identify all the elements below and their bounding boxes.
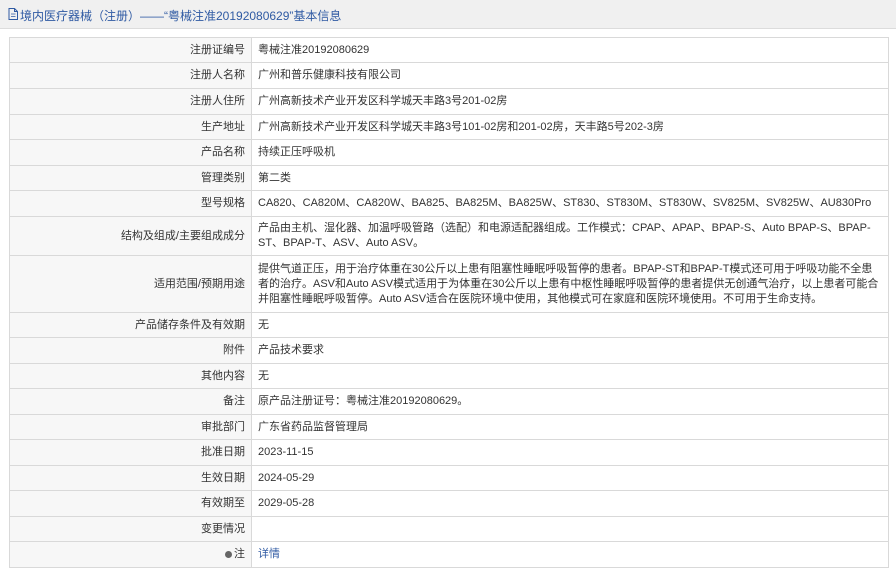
table-row: 注册证编号 粤械注准20192080629	[9, 37, 889, 63]
table-row: 型号规格 CA820、CA820M、CA820W、BA825、BA825M、BA…	[9, 190, 889, 217]
row-value: 原产品注册证号：粤械注准20192080629。	[251, 388, 889, 415]
row-value	[251, 516, 889, 542]
row-value: 提供气道正压，用于治疗体重在30公斤以上患有阻塞性睡眠呼吸暂停的患者。BPAP-…	[251, 255, 889, 313]
row-value: 广州高新技术产业开发区科学城天丰路3号101-02房和201-02房，天丰路5号…	[251, 114, 889, 140]
table-row: 产品名称 持续正压呼吸机	[9, 139, 889, 166]
table-row: 其他内容 无	[9, 363, 889, 389]
row-label: 备注	[9, 388, 252, 415]
row-label: 审批部门	[9, 414, 252, 440]
row-label: 管理类别	[9, 165, 252, 191]
note-value-cell: 详情	[251, 541, 889, 568]
row-label: 有效期至	[9, 490, 252, 517]
row-value: 产品技术要求	[251, 337, 889, 364]
row-value: 广州高新技术产业开发区科学城天丰路3号201-02房	[251, 88, 889, 115]
table-row: 变更情况	[9, 516, 889, 542]
table-row: 适用范围/预期用途 提供气道正压，用于治疗体重在30公斤以上患有阻塞性睡眠呼吸暂…	[9, 255, 889, 313]
table-row: 备注 原产品注册证号：粤械注准20192080629。	[9, 388, 889, 415]
table-row: 有效期至 2029-05-28	[9, 490, 889, 517]
note-row: 注 详情	[9, 541, 889, 568]
row-value: 持续正压呼吸机	[251, 139, 889, 166]
row-value: 2029-05-28	[251, 490, 889, 517]
details-link[interactable]: 详情	[258, 548, 280, 560]
note-label-cell: 注	[9, 541, 252, 568]
row-value: 产品由主机、湿化器、加温呼吸管路（选配）和电源适配器组成。工作模式：CPAP、A…	[251, 216, 889, 256]
row-value: 2023-11-15	[251, 439, 889, 466]
table-row: 产品储存条件及有效期 无	[9, 312, 889, 338]
row-label: 附件	[9, 337, 252, 364]
table-row: 注册人住所 广州高新技术产业开发区科学城天丰路3号201-02房	[9, 88, 889, 115]
row-value: CA820、CA820M、CA820W、BA825、BA825M、BA825W、…	[251, 190, 889, 217]
row-label: 适用范围/预期用途	[9, 255, 252, 313]
info-table: 注册证编号 粤械注准20192080629 注册人名称 广州和普乐健康科技有限公…	[9, 37, 889, 568]
row-label: 注册人名称	[9, 62, 252, 89]
row-value: 无	[251, 363, 889, 389]
info-icon	[225, 550, 232, 558]
row-label: 注册人住所	[9, 88, 252, 115]
row-label: 生效日期	[9, 465, 252, 491]
row-value: 粤械注准20192080629	[251, 37, 889, 63]
row-value: 广东省药品监督管理局	[251, 414, 889, 440]
note-label: 注	[234, 548, 245, 560]
table-row: 审批部门 广东省药品监督管理局	[9, 414, 889, 440]
table-row: 批准日期 2023-11-15	[9, 439, 889, 466]
table-row: 附件 产品技术要求	[9, 337, 889, 364]
row-value: 2024-05-29	[251, 465, 889, 491]
table-row: 生产地址 广州高新技术产业开发区科学城天丰路3号101-02房和201-02房，…	[9, 114, 889, 140]
row-label: 结构及组成/主要组成成分	[9, 216, 252, 256]
row-value: 第二类	[251, 165, 889, 191]
title-bar: 境内医疗器械（注册）——“粤械注准20192080629”基本信息	[0, 0, 896, 29]
row-label: 批准日期	[9, 439, 252, 466]
row-label: 注册证编号	[9, 37, 252, 63]
page-title: 境内医疗器械（注册）——“粤械注准20192080629”基本信息	[20, 9, 342, 23]
table-row: 管理类别 第二类	[9, 165, 889, 191]
table-row: 注册人名称 广州和普乐健康科技有限公司	[9, 62, 889, 89]
document-icon	[8, 8, 18, 20]
row-value: 无	[251, 312, 889, 338]
row-label: 变更情况	[9, 516, 252, 542]
table-row: 结构及组成/主要组成成分 产品由主机、湿化器、加温呼吸管路（选配）和电源适配器组…	[9, 216, 889, 256]
row-label: 产品名称	[9, 139, 252, 166]
row-value: 广州和普乐健康科技有限公司	[251, 62, 889, 89]
table-row: 生效日期 2024-05-29	[9, 465, 889, 491]
row-label: 生产地址	[9, 114, 252, 140]
row-label: 产品储存条件及有效期	[9, 312, 252, 338]
row-label: 其他内容	[9, 363, 252, 389]
row-label: 型号规格	[9, 190, 252, 217]
